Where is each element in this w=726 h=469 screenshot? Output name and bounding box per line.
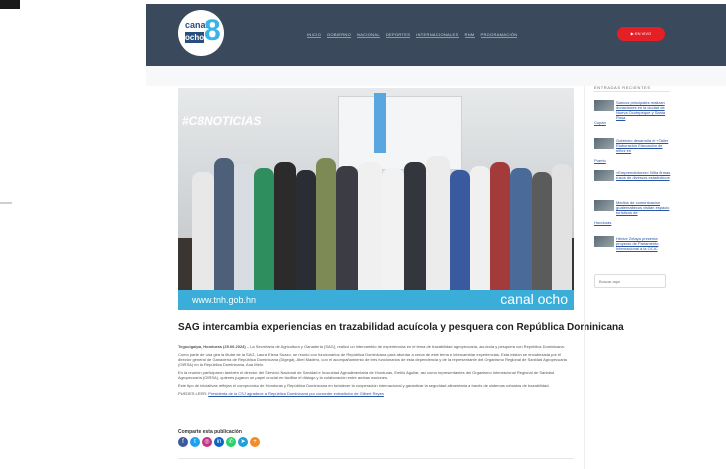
article-paragraph-2: Como parte de una gira la titular de la … — [178, 352, 567, 367]
article-lead: Tegucigalpa, Honduras (25.06.2024) — [178, 344, 246, 349]
more-share-icon[interactable]: + — [250, 437, 260, 447]
photo-bottom-strip: www.tnh.gob.hn canal ocho — [178, 290, 574, 310]
nav-item-gobierno[interactable]: GOBIERNO — [327, 32, 351, 38]
nav-item-programacion[interactable]: PROGRAMACIÓN — [480, 32, 518, 38]
article-title: SAG intercambia experiencias en trazabil… — [178, 322, 624, 333]
recent-post-link-tail[interactable]: Copán — [594, 120, 606, 125]
article-paragraph-1: Tegucigalpa, Honduras (25.06.2024) – La … — [178, 344, 565, 349]
recent-post-link[interactable]: Sancos principales realizan donaciones e… — [616, 100, 672, 120]
article-featured-image[interactable]: #C8NOTICIAS www.tnh.gob.hn canal ocho — [178, 88, 574, 310]
site-logo[interactable]: canal ocho 8 — [178, 10, 224, 56]
recent-post-link[interactable]: Héctor Zelaya presenta proyecto de Parla… — [616, 236, 672, 251]
instagram-share-icon[interactable]: ◎ — [202, 437, 212, 447]
article-paragraph-4: Este tipo de iniciativas reflejan el com… — [178, 383, 550, 388]
recent-post-thumbnail[interactable] — [594, 200, 614, 211]
logo-box: ocho — [185, 32, 205, 43]
twitter-share-icon[interactable]: t — [190, 437, 200, 447]
top-left-black-bar — [0, 0, 20, 9]
recent-post-link[interactable]: Medios de comunicación guatemaltecos vis… — [616, 200, 672, 215]
recent-post-2[interactable]: Gobierno desarrolla el «Taller Elaboraci… — [594, 138, 672, 164]
article-paragraph-3: En la reunión participaron también el di… — [178, 370, 554, 380]
recent-post-thumbnail[interactable] — [594, 100, 614, 111]
recent-post-thumbnail[interactable] — [594, 236, 614, 247]
recent-post-link[interactable]: Gobierno desarrolla el «Taller Elaboraci… — [616, 138, 672, 153]
recent-post-thumbnail[interactable] — [594, 138, 614, 149]
facebook-share-icon[interactable]: f — [178, 437, 188, 447]
left-edge-line — [0, 202, 12, 204]
nav-item-inicio[interactable]: INICIO — [307, 32, 322, 38]
linkedin-share-icon[interactable]: in — [214, 437, 224, 447]
telegram-share-icon[interactable]: ➤ — [238, 437, 248, 447]
content-top-band — [146, 66, 726, 86]
article-bottom-divider — [178, 458, 574, 459]
live-button[interactable]: ▶ EN VIVO — [617, 27, 665, 41]
recent-post-link-tail[interactable]: Puerto — [594, 158, 606, 163]
nav-item-deportes[interactable]: DEPORTES — [385, 32, 411, 38]
recent-post-5[interactable]: Héctor Zelaya presenta proyecto de Parla… — [594, 236, 672, 262]
live-button-label: EN VIVO — [634, 31, 652, 36]
sidebar-divider — [584, 86, 585, 469]
whatsapp-share-icon[interactable]: ✆ — [226, 437, 236, 447]
read-also-link[interactable]: Presidenta de la CSJ agradece a Repúblic… — [208, 391, 384, 396]
recent-post-4[interactable]: Medios de comunicación guatemaltecos vis… — [594, 200, 672, 226]
nav-item-internacionales[interactable]: INTERNACIONALES — [416, 32, 459, 38]
share-buttons: f t ◎ in ✆ ➤ + — [178, 437, 260, 447]
recent-post-link[interactable]: «Emprendedores» Niña firmas rusos de div… — [616, 170, 672, 180]
recent-post-link-tail[interactable]: Honduras — [594, 220, 611, 225]
recent-post-thumbnail[interactable] — [594, 170, 614, 181]
sidebar-title: ENTRADAS RECIENTES — [594, 85, 651, 90]
article-body: Tegucigalpa, Honduras (25.06.2024) – La … — [178, 344, 570, 399]
recent-post-3[interactable]: «Emprendedores» Niña firmas rusos de div… — [594, 170, 672, 196]
nav-item-nacional[interactable]: NACIONAL — [357, 32, 380, 38]
photo-brand-text: canal ocho — [500, 291, 568, 307]
logo-digit: 8 — [204, 14, 221, 47]
main-nav: INICIO GOBIERNO NACIONAL DEPORTES INTERN… — [307, 32, 518, 38]
share-label: Comparte esta publicación — [178, 429, 242, 435]
read-also: PUEDES LEER: Presidenta de la CSJ agrade… — [178, 391, 384, 396]
nav-item-rnm[interactable]: RNM — [464, 32, 475, 38]
photo-hashtag: #C8NOTICIAS — [182, 114, 262, 128]
sidebar-title-rule — [594, 91, 670, 92]
sidebar-search-input[interactable] — [594, 274, 666, 288]
photo-url-text: www.tnh.gob.hn — [192, 295, 257, 305]
photo-group-of-people — [192, 132, 572, 292]
recent-post-1[interactable]: Sancos principales realizan donaciones e… — [594, 100, 672, 126]
